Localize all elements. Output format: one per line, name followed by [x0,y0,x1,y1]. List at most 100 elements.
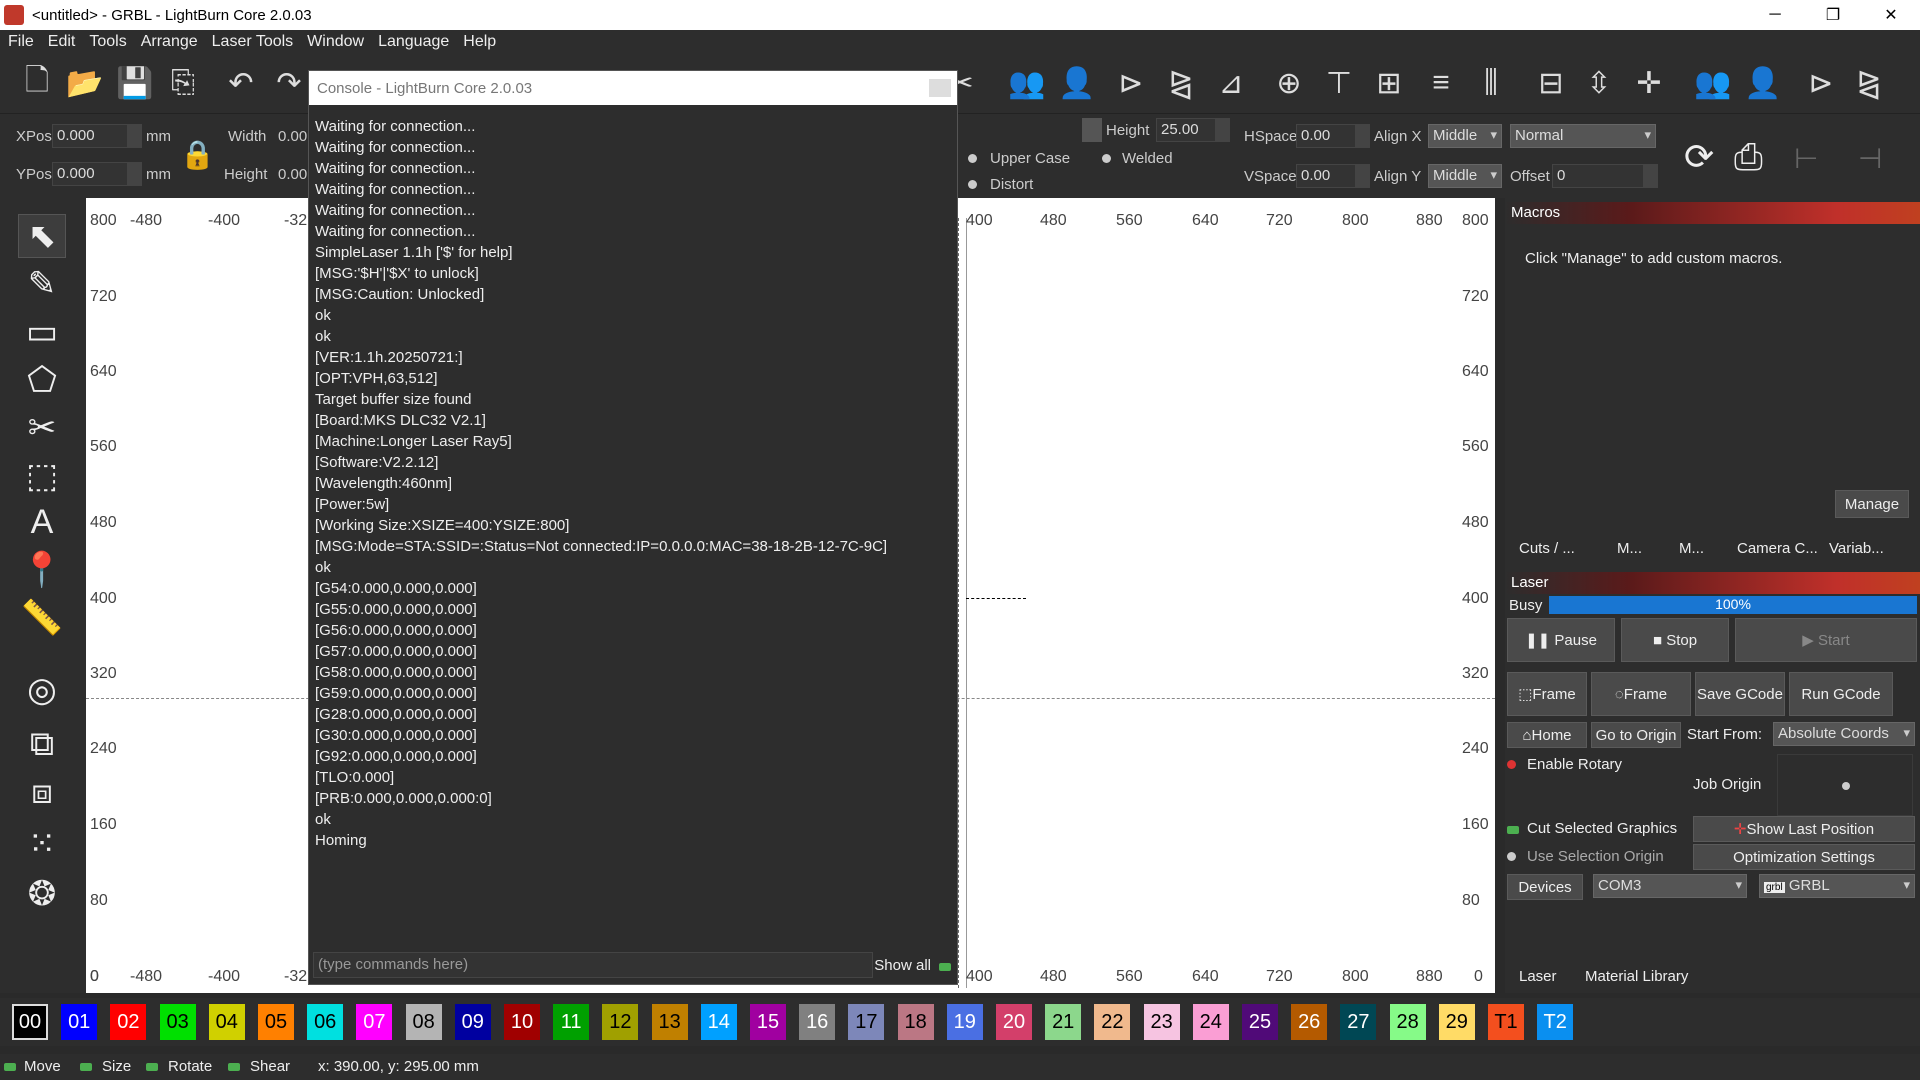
minimize-button[interactable]: ─ [1746,0,1804,30]
edit-nodes-icon[interactable]: ✎ [18,262,66,306]
console-titlebar[interactable]: Console - LightBurn Core 2.0.03 [309,71,957,105]
menu-arrange[interactable]: Arrange [133,33,204,51]
home-button[interactable]: ⌂ Home [1507,722,1587,748]
lock-icon[interactable]: 🔒 [180,138,216,174]
shear-toggle[interactable] [228,1063,240,1071]
frame-button[interactable]: ⬚ Frame [1507,672,1587,716]
frame-circle-button[interactable]: ◌ Frame [1591,672,1691,716]
text-tool-icon[interactable]: A [18,500,66,544]
go-to-origin-button[interactable]: Go to Origin [1591,722,1681,748]
layer-swatch-10[interactable]: 10 [504,1004,540,1040]
center-target-icon[interactable]: ⊕ [1268,62,1310,104]
manage-macros-button[interactable]: Manage [1835,490,1909,518]
save-gcode-button[interactable]: Save GCode [1695,672,1785,716]
tab-cuts[interactable]: Cuts / ... [1519,540,1575,557]
layer-swatch-17[interactable]: 17 [848,1004,885,1040]
hspace-input[interactable]: 0.00 [1296,124,1356,148]
layer-swatch-01[interactable]: 01 [61,1004,98,1040]
aligny-select[interactable]: Middle [1428,164,1502,188]
menu-help[interactable]: Help [455,33,502,51]
size-toggle[interactable] [80,1063,92,1071]
open-folder-icon[interactable]: 📂 [64,62,106,104]
layer-swatch-T1[interactable]: T1 [1488,1004,1524,1040]
menu-file[interactable]: File [0,33,40,51]
xpos-input[interactable]: 0.000 [52,124,128,148]
show-all-toggle[interactable] [939,963,951,971]
menu-language[interactable]: Language [370,33,455,51]
optimization-settings-button[interactable]: Optimization Settings [1693,844,1915,870]
layer-swatch-21[interactable]: 21 [1045,1004,1082,1040]
distribute-vertical-icon[interactable]: ⇳ [1578,62,1620,104]
group-icon-2[interactable]: 👥 [1692,62,1734,104]
grid-array-icon[interactable]: ⁙ [18,822,66,866]
text-mode-select[interactable]: Normal [1510,124,1656,148]
align-vertical-icon[interactable]: ⫼ [1470,62,1512,104]
start-from-select[interactable]: Absolute Coords [1773,722,1915,746]
layer-swatch-29[interactable]: 29 [1438,1004,1475,1040]
device-select[interactable]: grbl GRBL [1759,874,1915,898]
text-height-spinner[interactable] [1216,118,1230,142]
layer-swatch-20[interactable]: 20 [996,1004,1032,1040]
stop-button[interactable]: ■ Stop [1621,618,1729,662]
ungroup-icon-2[interactable]: 👤 [1742,62,1784,104]
show-last-position-button[interactable]: ✛ Show Last Position [1693,816,1915,842]
tab-material-library[interactable]: Material Library [1585,968,1688,985]
mirror-icon[interactable]: ⧎ [1160,62,1202,104]
layer-swatch-12[interactable]: 12 [602,1004,639,1040]
offset-shapes-icon[interactable]: ◎ [18,668,66,712]
align-middle-icon[interactable]: ≡ [1420,62,1462,104]
menu-tools[interactable]: Tools [81,33,132,51]
layer-swatch-16[interactable]: 16 [799,1004,836,1040]
job-origin-selector[interactable] [1777,754,1913,816]
menu-window[interactable]: Window [299,33,370,51]
vspace-spinner[interactable] [1356,164,1370,188]
layer-swatch-05[interactable]: 05 [258,1004,294,1040]
move-toggle[interactable] [4,1063,16,1071]
offset-input[interactable]: 0 [1552,164,1644,188]
import-icon[interactable]: ⎘ [162,62,204,104]
weld-icon[interactable]: ⧉ [18,722,66,766]
distort-checkbox[interactable] [968,180,977,189]
tab-variables[interactable]: Variab... [1829,540,1884,557]
enable-rotary-checkbox[interactable] [1507,760,1516,769]
layer-swatch-28[interactable]: 28 [1389,1004,1426,1040]
tab-camera[interactable]: Camera C... [1737,540,1818,557]
menu-edit[interactable]: Edit [40,33,82,51]
upper-case-checkbox[interactable] [968,154,977,163]
vspace-input[interactable]: 0.00 [1296,164,1356,188]
layer-swatch-23[interactable]: 23 [1143,1004,1180,1040]
boolean-icon[interactable]: ⧈ [18,770,66,814]
layer-swatch-25[interactable]: 25 [1242,1004,1278,1040]
align-top-icon[interactable]: ⊤ [1318,62,1360,104]
xpos-spinner[interactable] [128,124,142,148]
use-selection-origin-checkbox[interactable] [1507,852,1516,861]
polygon-tool-icon[interactable]: ⬠ [18,358,66,402]
flip-horizontal-icon-2[interactable]: ⊳ [1800,62,1842,104]
console-command-input[interactable]: (type commands here) [313,952,873,978]
layer-swatch-11[interactable]: 11 [553,1004,590,1040]
cut-selected-checkbox[interactable] [1507,826,1519,834]
redo-icon[interactable]: ↷ [268,62,310,104]
tab-laser[interactable]: Laser [1519,968,1557,985]
move-together-icon[interactable]: ✛ [1628,62,1670,104]
welded-checkbox[interactable] [1102,154,1111,163]
flip-horizontal-icon[interactable]: ⊳ [1110,62,1152,104]
layer-swatch-19[interactable]: 19 [946,1004,983,1040]
rotate-toggle[interactable] [146,1063,158,1071]
position-laser-icon[interactable]: 📍 [18,548,66,592]
print-cut-icon[interactable]: ⎙ [1734,136,1763,179]
mirror-diagonal-icon[interactable]: ⊿ [1210,62,1252,104]
run-gcode-button[interactable]: Run GCode [1789,672,1893,716]
port-select[interactable]: COM3 [1593,874,1747,898]
ypos-input[interactable]: 0.000 [52,162,128,186]
cut-shapes-icon[interactable]: ✂ [18,406,66,450]
job-origin-center-dot[interactable] [1842,782,1850,790]
align-left-icon[interactable]: ⊢ [1794,142,1818,175]
alignx-select[interactable]: Middle [1428,124,1502,148]
height-value[interactable]: 0.00 [278,166,307,183]
ellipse-tool-icon[interactable]: ⬚ [18,454,66,498]
align-center-icon[interactable]: ⊞ [1368,62,1410,104]
mirror-icon-2[interactable]: ⧎ [1848,62,1890,104]
distribute-horizontal-icon[interactable]: ⊟ [1530,62,1572,104]
layer-swatch-26[interactable]: 26 [1291,1004,1328,1040]
